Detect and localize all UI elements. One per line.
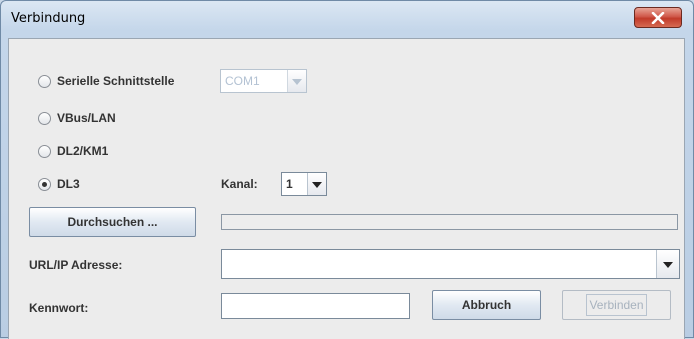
radio-serial[interactable]: Serielle Schnittstelle: [38, 72, 174, 90]
chevron-down-icon: [663, 255, 673, 273]
com-port-dropdown-button[interactable]: [287, 70, 306, 92]
url-dropdown-button[interactable]: [656, 250, 679, 278]
url-label: URL/IP Adresse:: [29, 258, 123, 272]
radio-dl3[interactable]: DL3: [38, 175, 80, 193]
chevron-down-icon: [292, 72, 302, 90]
browse-button[interactable]: Durchsuchen ...: [29, 207, 196, 237]
password-label: Kennwort:: [29, 301, 89, 315]
radio-dl3-indicator[interactable]: [38, 177, 51, 191]
radio-dl2-km1[interactable]: DL2/KM1: [38, 142, 108, 160]
url-input[interactable]: [222, 250, 656, 278]
close-button[interactable]: [634, 7, 682, 28]
radio-vbus-lan[interactable]: VBus/LAN: [38, 109, 116, 127]
radio-dl2-km1-label: DL2/KM1: [57, 144, 109, 158]
password-input[interactable]: [221, 293, 410, 319]
progress-bar: [221, 214, 678, 230]
radio-vbus-lan-label: VBus/LAN: [57, 111, 116, 125]
title-bar[interactable]: Verbindung: [1, 1, 693, 37]
dialog-window: Verbindung Serielle Schnittstelle COM1 V…: [0, 0, 694, 339]
com-port-value: COM1: [225, 74, 260, 88]
window-title: Verbindung: [11, 11, 86, 26]
com-port-select[interactable]: COM1: [220, 69, 307, 93]
channel-dropdown-button[interactable]: [307, 173, 326, 195]
radio-dl2-km1-indicator[interactable]: [38, 144, 51, 158]
channel-label: Kanal:: [221, 177, 258, 191]
radio-vbus-lan-indicator[interactable]: [38, 111, 51, 125]
url-combo[interactable]: [221, 249, 680, 279]
connect-button-label: Verbinden: [586, 294, 647, 316]
cancel-button[interactable]: Abbruch: [432, 290, 541, 320]
chevron-down-icon: [312, 175, 322, 193]
dialog-content: Serielle Schnittstelle COM1 VBus/LAN DL2…: [8, 38, 685, 339]
close-x-icon: [651, 11, 665, 24]
radio-serial-indicator[interactable]: [38, 74, 51, 88]
connect-button[interactable]: Verbinden: [562, 290, 671, 320]
radio-dl3-label: DL3: [57, 177, 80, 191]
channel-value: 1: [286, 177, 293, 191]
radio-serial-label: Serielle Schnittstelle: [57, 74, 175, 88]
channel-select[interactable]: 1: [281, 172, 327, 196]
